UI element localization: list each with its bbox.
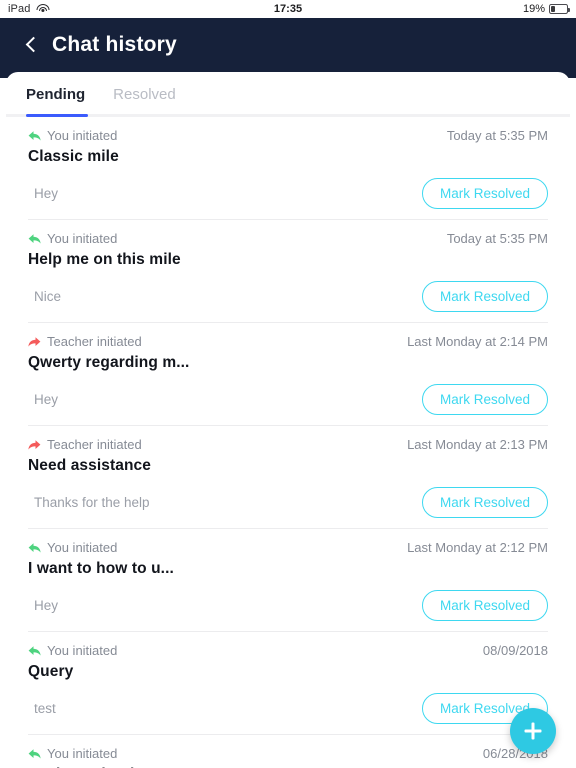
chat-title: Qwerty regarding m... (28, 354, 190, 371)
status-bar: iPad 17:35 19% (0, 0, 576, 18)
tab-bar: Pending Resolved (6, 72, 570, 117)
chat-row-footer: Hey Mark Resolved (28, 382, 548, 416)
arrow-reply-left-icon (28, 645, 41, 656)
chat-meta: You initiated Today at 5:35 PM (28, 117, 548, 143)
mark-resolved-button[interactable]: Mark Resolved (421, 589, 548, 621)
mark-resolved-button[interactable]: Mark Resolved (421, 383, 548, 415)
chevron-left-icon[interactable] (22, 36, 40, 54)
device-name: iPad (8, 3, 31, 15)
chat-initiator-label: You initiated (47, 128, 118, 143)
new-chat-fab[interactable] (510, 708, 556, 754)
chat-preview: test (34, 700, 56, 716)
chat-initiator: Teacher initiated (28, 334, 142, 349)
chat-row-footer: Hey Mark Resolved (28, 176, 548, 210)
chat-title: Need assistance (28, 457, 151, 474)
chat-meta: Teacher initiated Last Monday at 2:13 PM (28, 426, 548, 452)
chat-list-item[interactable]: Teacher initiated Last Monday at 2:13 PM N… (6, 426, 570, 519)
chat-initiator-label: You initiated (47, 643, 118, 658)
chat-timestamp: Today at 5:35 PM (446, 231, 548, 246)
mark-resolved-button[interactable]: Mark Resolved (421, 280, 548, 312)
chat-timestamp: Today at 5:35 PM (446, 128, 548, 143)
arrow-forward-right-icon (28, 336, 41, 347)
chat-initiator: You initiated (28, 231, 117, 246)
chat-list-item[interactable]: Teacher initiated Last Monday at 2:14 PM Q… (6, 323, 570, 416)
chat-title: I want to how to u... (28, 560, 174, 577)
status-bar-right: 19% (522, 3, 570, 15)
chat-timestamp: 08/09/2018 (482, 643, 548, 658)
chat-title: Help me on this mile (28, 251, 181, 268)
chat-list[interactable]: You initiated Today at 5:35 PM Classic mil… (6, 117, 570, 768)
chat-list-item[interactable]: You initiated06/28/2018testing schoolMar… (6, 735, 570, 768)
content-card: Pending Resolved You initiated Today at 5… (6, 72, 570, 768)
chat-meta: Teacher initiated Last Monday at 2:14 PM (28, 323, 548, 349)
chat-row-footer: Hey Mark Resolved (28, 588, 548, 622)
chat-meta: You initiated 06/28/2018 (28, 735, 548, 761)
status-bar-clock: 17:35 (273, 3, 303, 15)
navbar: Chat history (0, 18, 576, 72)
chat-initiator-label: You initiated (47, 746, 118, 761)
chat-preview: Hey (34, 185, 59, 201)
chat-title: Query (28, 663, 74, 680)
status-bar-left: iPad (8, 3, 50, 15)
battery-icon (549, 4, 570, 14)
chat-preview: Nice (34, 288, 62, 304)
chat-preview: Thanks for the help (34, 494, 150, 510)
chat-meta: You initiated Today at 5:35 PM (28, 220, 548, 246)
chat-timestamp: Last Monday at 2:14 PM (407, 334, 548, 349)
wifi-icon (36, 4, 50, 14)
chat-initiator: You initiated (28, 128, 117, 143)
chat-initiator: Teacher initiated (28, 437, 142, 452)
chat-title: Classic mile (28, 148, 119, 165)
chat-row-footer: Thanks for the help Mark Resolved (28, 485, 548, 519)
page-title: Chat history (52, 33, 177, 56)
chat-meta: You initiated Last Monday at 2:12 PM (28, 529, 548, 555)
chat-timestamp: Last Monday at 2:13 PM (407, 437, 548, 452)
chat-list-item[interactable]: You initiated 08/09/2018 Query test Mark Res… (6, 632, 570, 725)
arrow-reply-left-icon (28, 542, 41, 553)
mark-resolved-button[interactable]: Mark Resolved (421, 177, 548, 209)
chat-initiator-label: You initiated (47, 231, 118, 246)
chat-preview: Hey (34, 597, 59, 613)
chat-timestamp: Last Monday at 2:12 PM (407, 540, 548, 555)
chat-row-footer: Nice Mark Resolved (28, 279, 548, 313)
arrow-reply-left-icon (28, 130, 41, 141)
chat-initiator: You initiated (28, 540, 117, 555)
chat-list-item[interactable]: You initiated Today at 5:35 PM Help me on … (6, 220, 570, 313)
chat-meta: You initiated 08/09/2018 (28, 632, 548, 658)
tab-pending[interactable]: Pending (26, 86, 85, 113)
battery-percent: 19% (522, 3, 545, 15)
tab-resolved[interactable]: Resolved (113, 86, 176, 113)
chat-initiator: You initiated (28, 746, 117, 761)
arrow-forward-right-icon (28, 439, 41, 450)
mark-resolved-button[interactable]: Mark Resolved (421, 486, 548, 518)
chat-list-item[interactable]: You initiated Last Monday at 2:12 PM I wan… (6, 529, 570, 622)
chat-initiator-label: Teacher initiated (47, 437, 142, 452)
arrow-reply-left-icon (28, 748, 41, 759)
chat-initiator-label: Teacher initiated (47, 334, 142, 349)
chat-preview: Hey (34, 391, 59, 407)
chat-list-item[interactable]: You initiated Today at 5:35 PM Classic mil… (6, 117, 570, 210)
chat-initiator: You initiated (28, 643, 117, 658)
arrow-reply-left-icon (28, 233, 41, 244)
chat-initiator-label: You initiated (47, 540, 118, 555)
chat-row-footer: test Mark Resolved (28, 691, 548, 725)
